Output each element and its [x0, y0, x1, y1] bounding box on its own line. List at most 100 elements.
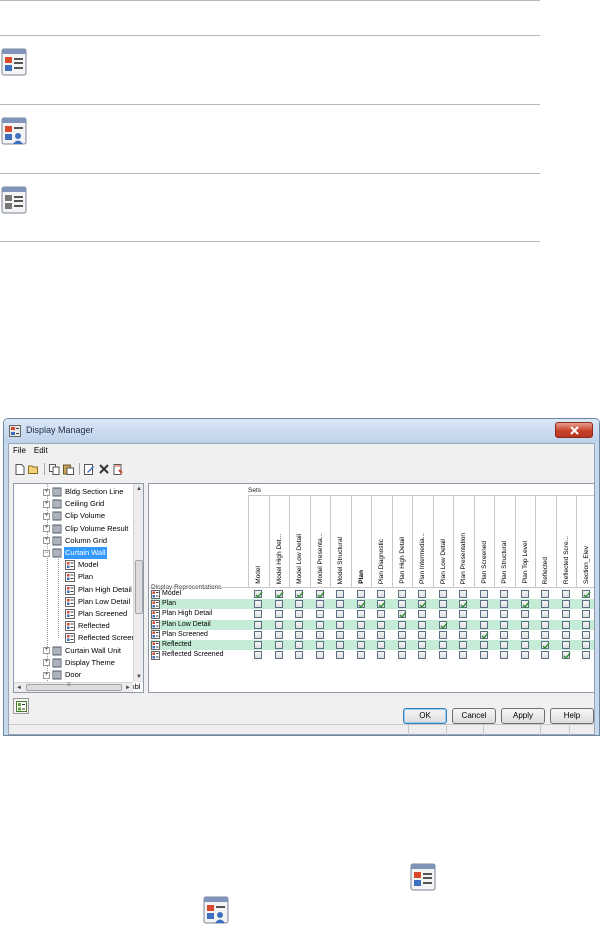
set-column-header[interactable]: Plan Low Detail — [432, 496, 453, 587]
checkbox-unchecked[interactable] — [377, 590, 385, 598]
purge-button[interactable] — [111, 463, 124, 476]
display-rep-row-label[interactable]: Reflected — [151, 640, 192, 650]
set-column-header[interactable]: Plan Structural — [494, 496, 514, 587]
checkbox-unchecked[interactable] — [336, 590, 344, 598]
checkbox-unchecked[interactable] — [315, 630, 324, 639]
expand-icon[interactable]: + — [43, 659, 50, 667]
checkbox-unchecked[interactable] — [274, 620, 283, 629]
expand-icon[interactable]: + — [43, 647, 50, 655]
object-tree[interactable]: + Bldg Section Line + Ceiling Grid + Clip Vol… — [13, 483, 144, 693]
checkbox-unchecked[interactable] — [254, 641, 262, 649]
checkbox-unchecked[interactable] — [582, 630, 590, 639]
expand-icon[interactable]: + — [43, 488, 50, 496]
checkbox-unchecked[interactable] — [315, 620, 324, 629]
set-column-header[interactable]: Model Structural — [330, 496, 350, 587]
checkbox-unchecked[interactable] — [438, 651, 447, 660]
set-column-header[interactable]: Plan High Detail — [391, 496, 412, 587]
checkbox-unchecked[interactable] — [541, 610, 549, 619]
display-rep-row-label[interactable]: Plan High Detail — [151, 609, 212, 619]
checkbox-unchecked[interactable] — [438, 641, 447, 649]
display-rep-row-label[interactable]: Plan Screened — [151, 630, 208, 640]
menu-edit[interactable]: Edit — [30, 444, 52, 457]
tree-vertical-scrollbar[interactable]: ▲ ▼ — [133, 484, 143, 682]
checkbox-unchecked[interactable] — [336, 630, 344, 639]
checkbox-unchecked[interactable] — [356, 590, 365, 598]
tree-item[interactable]: + Door — [43, 669, 82, 681]
checkbox-unchecked[interactable] — [520, 620, 529, 629]
checkbox-unchecked[interactable] — [459, 641, 467, 649]
tree-child-item[interactable]: Plan — [65, 571, 94, 583]
checkbox-unchecked[interactable] — [500, 600, 508, 609]
menu-file[interactable]: File — [9, 444, 30, 457]
cancel-button[interactable]: Cancel — [452, 708, 496, 724]
checkbox-unchecked[interactable] — [254, 600, 262, 609]
scroll-left-arrow-icon[interactable]: ◄ — [14, 683, 24, 692]
edit-button[interactable] — [83, 463, 96, 476]
checkbox-unchecked[interactable] — [582, 641, 590, 649]
checkbox-unchecked[interactable] — [479, 620, 488, 629]
tree-horizontal-scrollbar[interactable]: ◄ ≡ ► — [14, 682, 133, 692]
checkbox-unchecked[interactable] — [561, 620, 570, 629]
checkbox-unchecked[interactable] — [520, 651, 529, 660]
tree-horizontal-scroll-thumb[interactable]: ≡ — [26, 682, 122, 691]
help-button[interactable]: Help — [550, 708, 594, 724]
set-column-header[interactable]: Plan Top Level — [514, 496, 535, 587]
checkbox-checked[interactable] — [315, 590, 325, 599]
tree-child-item[interactable]: Plan Screened — [65, 608, 128, 620]
display-rep-row-label[interactable]: Reflected Screened — [151, 650, 223, 660]
scroll-up-arrow-icon[interactable]: ▲ — [134, 484, 143, 494]
checkbox-unchecked[interactable] — [459, 610, 467, 619]
checkbox-checked[interactable] — [295, 590, 304, 599]
checkbox-unchecked[interactable] — [397, 620, 406, 629]
checkbox-unchecked[interactable] — [274, 641, 283, 649]
checkbox-checked[interactable] — [418, 600, 427, 609]
checkbox-checked[interactable] — [582, 590, 591, 599]
checkbox-unchecked[interactable] — [500, 610, 508, 619]
tree-child-item[interactable]: Plan High Detail — [65, 584, 133, 596]
checkbox-unchecked[interactable] — [561, 590, 570, 598]
set-column-header[interactable]: Model High Det... — [268, 496, 289, 587]
checkbox-unchecked[interactable] — [541, 630, 549, 639]
checkbox-unchecked[interactable] — [582, 600, 590, 609]
checkbox-unchecked[interactable] — [418, 610, 426, 619]
set-column-header[interactable]: Reflected — [535, 496, 555, 587]
tree-item[interactable]: − Curtain Wall — [43, 547, 107, 559]
checkbox-unchecked[interactable] — [500, 651, 508, 660]
checkbox-unchecked[interactable] — [438, 630, 447, 639]
checkbox-unchecked[interactable] — [377, 610, 385, 619]
expand-icon[interactable]: + — [43, 671, 50, 679]
checkbox-unchecked[interactable] — [500, 590, 508, 598]
tree-item[interactable]: + Bldg Section Line — [43, 486, 124, 498]
new-button[interactable] — [13, 463, 26, 476]
set-column-header[interactable]: Plan Presentation — [453, 496, 473, 587]
checkbox-unchecked[interactable] — [336, 641, 344, 649]
apply-button[interactable]: Apply — [501, 708, 545, 724]
checkbox-checked[interactable] — [520, 600, 530, 609]
set-column-header[interactable]: Plan Intermedia... — [412, 496, 432, 587]
checkbox-unchecked[interactable] — [274, 651, 283, 660]
checkbox-unchecked[interactable] — [315, 641, 324, 649]
checkbox-unchecked[interactable] — [582, 620, 590, 629]
checkbox-unchecked[interactable] — [254, 610, 262, 619]
checkbox-unchecked[interactable] — [336, 610, 344, 619]
checkbox-unchecked[interactable] — [295, 600, 303, 609]
checkbox-unchecked[interactable] — [356, 651, 365, 660]
checkbox-unchecked[interactable] — [295, 641, 303, 649]
checkbox-unchecked[interactable] — [479, 651, 488, 660]
checkbox-checked[interactable] — [561, 651, 571, 660]
ok-button[interactable]: OK — [403, 708, 447, 724]
paste-button[interactable] — [62, 463, 75, 476]
checkbox-unchecked[interactable] — [397, 630, 406, 639]
display-rep-row-label[interactable]: Model — [151, 589, 181, 599]
checkbox-unchecked[interactable] — [315, 600, 324, 609]
checkbox-unchecked[interactable] — [500, 630, 508, 639]
checkbox-unchecked[interactable] — [397, 641, 406, 649]
expand-icon[interactable]: + — [43, 537, 50, 545]
checkbox-unchecked[interactable] — [295, 620, 303, 629]
checkbox-unchecked[interactable] — [438, 600, 447, 609]
tree-item[interactable]: + Ceiling Grid — [43, 498, 105, 510]
checkbox-unchecked[interactable] — [397, 600, 406, 609]
checkbox-unchecked[interactable] — [418, 630, 426, 639]
checkbox-unchecked[interactable] — [479, 600, 488, 609]
tree-vertical-scroll-thumb[interactable] — [135, 560, 143, 614]
